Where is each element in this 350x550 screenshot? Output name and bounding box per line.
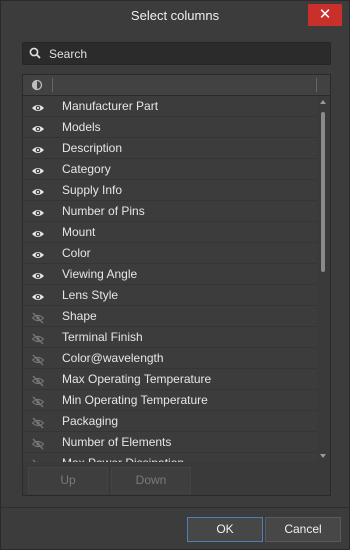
column-label: Shape [62, 309, 97, 323]
ok-button[interactable]: OK [187, 517, 263, 542]
close-button[interactable]: ✕ [308, 4, 342, 26]
eye-off-icon[interactable] [31, 415, 45, 429]
column-label: Lens Style [62, 288, 119, 302]
column-label: Category [62, 162, 111, 176]
eye-off-icon[interactable] [31, 310, 45, 324]
search-box[interactable] [22, 42, 331, 65]
column-label: Supply Info [62, 183, 123, 197]
close-icon: ✕ [318, 6, 332, 23]
column-label: Number of Pins [62, 204, 145, 218]
footer-divider [1, 507, 349, 508]
columns-grid: Manufacturer Part Models Description Catego… [22, 74, 331, 463]
grid-header [23, 75, 330, 96]
column-label: Description [62, 141, 123, 155]
eye-icon[interactable] [31, 289, 45, 301]
column-label: Terminal Finish [62, 330, 143, 344]
column-label: Viewing Angle [62, 267, 138, 281]
move-bar: Up Down [22, 462, 331, 496]
header-separator[interactable] [316, 78, 317, 92]
column-label: Color@wavelength [62, 351, 164, 365]
column-row[interactable]: Manufacturer Part [23, 96, 317, 117]
column-row[interactable]: Models [23, 117, 317, 138]
dialog-title: Select columns [130, 8, 220, 23]
column-label: Mount [62, 225, 96, 239]
scrollbar-thumb[interactable] [321, 112, 325, 272]
eye-off-icon[interactable] [31, 394, 45, 408]
column-row[interactable]: Max Power Dissipation [23, 453, 317, 462]
eye-icon[interactable] [31, 163, 45, 175]
column-list: Manufacturer Part Models Description Catego… [23, 96, 317, 462]
column-row[interactable]: Mount [23, 222, 317, 243]
cancel-button[interactable]: Cancel [265, 517, 341, 542]
eye-icon[interactable] [31, 205, 45, 217]
column-label: Max Operating Temperature [62, 372, 212, 386]
column-row[interactable]: Supply Info [23, 180, 317, 201]
eye-off-icon[interactable] [31, 373, 45, 387]
column-row[interactable]: Number of Elements [23, 432, 317, 453]
column-label: Number of Elements [62, 435, 172, 449]
scroll-up-arrow-icon[interactable] [320, 100, 326, 104]
column-row[interactable]: Terminal Finish [23, 327, 317, 348]
title-bar: Select columns ✕ [1, 1, 349, 31]
column-row[interactable]: Category [23, 159, 317, 180]
eye-icon[interactable] [31, 100, 45, 112]
column-label: Models [62, 120, 101, 134]
column-label: Color [62, 246, 91, 260]
header-separator[interactable] [52, 78, 53, 92]
move-up-button[interactable]: Up [28, 467, 108, 494]
column-label: Manufacturer Part [62, 99, 159, 113]
column-row[interactable]: Packaging [23, 411, 317, 432]
select-columns-dialog: Select columns ✕ Manufacturer Part Models… [0, 0, 350, 550]
eye-icon[interactable] [31, 121, 45, 133]
vertical-scrollbar[interactable] [317, 96, 330, 462]
eye-icon[interactable] [31, 268, 45, 280]
eye-off-icon[interactable] [31, 352, 45, 366]
eye-icon[interactable] [31, 247, 45, 259]
column-row[interactable]: Color [23, 243, 317, 264]
column-label: Min Operating Temperature [62, 393, 208, 407]
column-row[interactable]: Viewing Angle [23, 264, 317, 285]
column-row[interactable]: Lens Style [23, 285, 317, 306]
search-input[interactable] [47, 44, 321, 64]
eye-icon[interactable] [31, 184, 45, 196]
search-icon [29, 47, 41, 59]
eye-off-icon[interactable] [31, 436, 45, 450]
column-label: Max Power Dissipation [62, 453, 184, 462]
column-row[interactable]: Max Operating Temperature [23, 369, 317, 390]
column-row[interactable]: Description [23, 138, 317, 159]
column-row[interactable]: Min Operating Temperature [23, 390, 317, 411]
column-row[interactable]: Number of Pins [23, 201, 317, 222]
eye-off-icon[interactable] [31, 331, 45, 345]
eye-icon[interactable] [31, 226, 45, 238]
scroll-down-arrow-icon[interactable] [320, 454, 326, 458]
eye-icon[interactable] [31, 142, 45, 154]
column-row[interactable]: Color@wavelength [23, 348, 317, 369]
column-label: Packaging [62, 414, 119, 428]
visibility-header-icon[interactable] [31, 79, 43, 91]
column-row[interactable]: Shape [23, 306, 317, 327]
move-down-button[interactable]: Down [111, 467, 191, 494]
